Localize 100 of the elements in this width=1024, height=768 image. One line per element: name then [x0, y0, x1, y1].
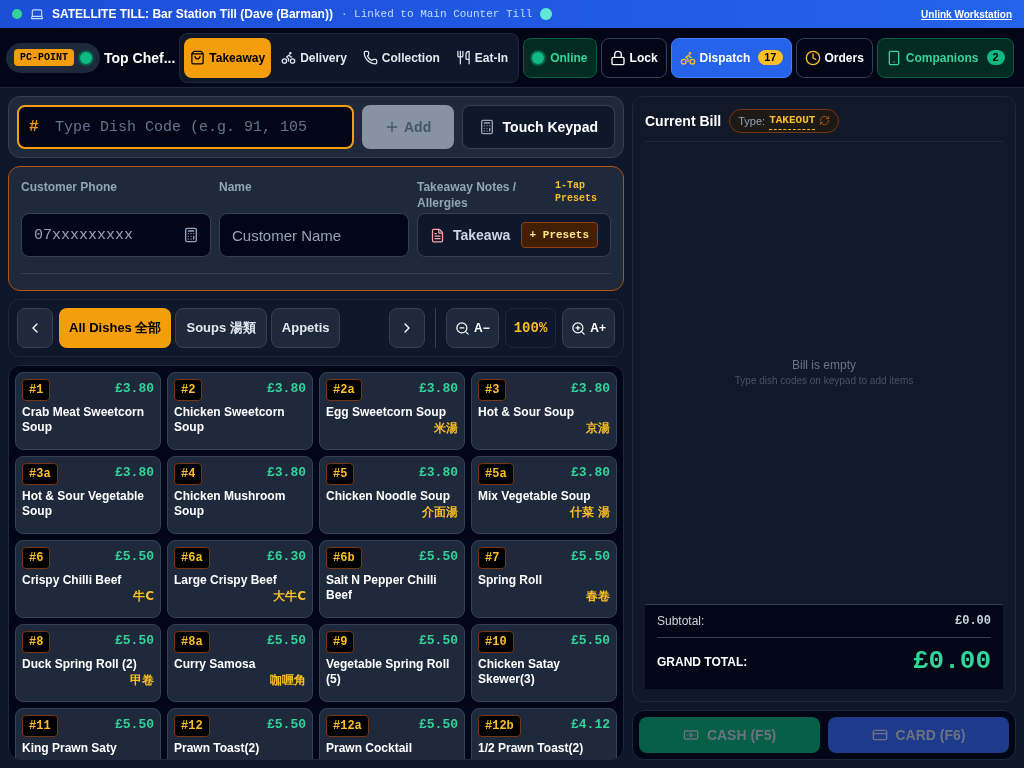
zoom-in-button[interactable]: A+: [562, 308, 615, 348]
dish-name: Mix Vegetable Soup: [478, 489, 592, 504]
dish-name: Chicken Satay Skewer(3): [478, 657, 562, 687]
dish-card[interactable]: #12 £5.50 Prawn Toast(2): [167, 708, 313, 759]
dish-name: Egg Sweetcorn Soup: [326, 405, 447, 420]
dish-name: Crab Meat Sweetcorn Soup: [22, 405, 146, 435]
document-icon: [430, 227, 445, 243]
dish-chinese-name: 甲卷: [130, 672, 154, 688]
category-tab[interactable]: All Dishes 全部: [59, 308, 172, 348]
dish-card[interactable]: #10 £5.50 Chicken Satay Skewer(3): [471, 624, 617, 702]
link-status: · Linked to Main Counter Till: [340, 6, 533, 22]
scroll-right-button[interactable]: [389, 308, 425, 348]
lock-button[interactable]: Lock: [600, 37, 667, 78]
online-button[interactable]: Online: [523, 37, 597, 78]
dish-price: £5.50: [419, 632, 458, 650]
dish-code: #5a: [478, 463, 514, 485]
scroll-left-button[interactable]: [17, 308, 53, 348]
dish-card[interactable]: #5 £3.80 Chicken Noodle Soup 介面湯: [319, 456, 465, 534]
dish-card[interactable]: #7 £5.50 Spring Roll 春卷: [471, 540, 617, 618]
dish-price: £5.50: [419, 548, 458, 566]
dish-price: £5.50: [115, 632, 154, 650]
dish-card[interactable]: #6a £6.30 Large Crispy Beef 大牛C: [167, 540, 313, 618]
grand-total-label: GRAND TOTAL:: [657, 653, 748, 670]
count-badge: 17: [758, 50, 783, 65]
unlink-link[interactable]: Unlink Workstation: [921, 6, 1012, 22]
dish-card[interactable]: #6 £5.50 Crispy Chilli Beef 牛C: [15, 540, 161, 618]
field-label: Name: [219, 179, 253, 196]
dish-card[interactable]: #9 £5.50 Vegetable Spring Roll (5): [319, 624, 465, 702]
name-field[interactable]: Customer Name: [219, 213, 409, 257]
dish-price: £5.50: [267, 632, 306, 650]
dish-price: £3.80: [115, 380, 154, 398]
order-type-tab[interactable]: Takeaway: [184, 37, 272, 78]
dish-card[interactable]: #3 £3.80 Hot & Sour Soup 京湯: [471, 372, 617, 450]
dish-card[interactable]: #8a £5.50 Curry Samosa 咖喱角: [167, 624, 313, 702]
dish-card[interactable]: #4 £3.80 Chicken Mushroom Soup: [167, 456, 313, 534]
empty-bill-hint: Type dish codes on keypad to add items: [734, 374, 914, 389]
dish-chinese-name: 牛C: [133, 588, 154, 604]
phone-field[interactable]: 07xxxxxxxxx: [21, 213, 211, 257]
presets-button[interactable]: + Presets: [520, 221, 598, 249]
touch-keypad-button[interactable]: Touch Keypad: [461, 105, 615, 149]
companions-button[interactable]: Companions 2: [876, 37, 1014, 78]
dish-code: #6a: [174, 547, 210, 569]
dish-price: £5.50: [571, 548, 610, 566]
dispatch-button[interactable]: Dispatch 17: [670, 37, 792, 78]
terminal-badge: PC-POINT: [14, 48, 74, 67]
dish-name: Duck Spring Roll (2): [22, 657, 138, 672]
notes-field[interactable]: Takeawa + Presets: [417, 213, 611, 257]
dish-price: £5.50: [115, 548, 154, 566]
calculator-icon: [478, 119, 495, 135]
refresh-icon: [819, 115, 831, 127]
dish-card[interactable]: #12b £4.12 1/2 Prawn Toast(2): [471, 708, 617, 759]
dish-code: #11: [22, 715, 58, 737]
field-label: Customer Phone: [21, 179, 118, 196]
dish-card[interactable]: #2 £3.80 Chicken Sweetcorn Soup: [167, 372, 313, 450]
order-type-tab[interactable]: Delivery: [275, 37, 353, 78]
dish-name: 1/2 Prawn Toast(2): [478, 741, 585, 756]
dish-price: £6.30: [267, 548, 306, 566]
dish-name: Large Crispy Beef: [174, 573, 278, 588]
grand-total-value: £0.00: [913, 645, 991, 678]
dish-card[interactable]: #12a £5.50 Prawn Cocktail: [319, 708, 465, 759]
empty-bill-title: Bill is empty: [792, 357, 856, 374]
order-type-tab[interactable]: Eat-In: [449, 37, 515, 78]
dish-price: £5.50: [419, 716, 458, 734]
orders-button[interactable]: Orders: [795, 37, 873, 78]
dish-name: Chicken Mushroom Soup: [174, 489, 287, 519]
dish-card[interactable]: #2a £3.80 Egg Sweetcorn Soup 米湯: [319, 372, 465, 450]
dish-name: Hot & Sour Vegetable Soup: [22, 489, 146, 519]
utensils-icon: [455, 50, 471, 65]
dish-card[interactable]: #11 £5.50 King Prawn Saty: [15, 708, 161, 759]
banner-title: SATELLITE TILL: Bar Station Till (Dave (Barman)): [52, 6, 333, 22]
dish-card[interactable]: #5a £3.80 Mix Vegetable Soup 什菜 湯: [471, 456, 617, 534]
dish-price: £5.50: [267, 716, 306, 734]
type-label: Type:: [738, 113, 766, 129]
dish-price: £5.50: [571, 632, 610, 650]
dish-code: #7: [478, 547, 507, 569]
zoom-out-button[interactable]: A−: [446, 308, 499, 348]
dish-chinese-name: 京湯: [586, 420, 610, 436]
order-type-tab[interactable]: Collection: [356, 37, 446, 78]
dish-card[interactable]: #3a £3.80 Hot & Sour Vegetable Soup: [15, 456, 161, 534]
dish-name: Spring Roll: [478, 573, 543, 588]
calculator-icon: [183, 227, 199, 243]
dish-card[interactable]: #1 £3.80 Crab Meat Sweetcorn Soup: [15, 372, 161, 450]
dish-name: Curry Samosa: [174, 657, 257, 672]
order-type-pill[interactable]: Type: TAKEOUT: [729, 109, 840, 133]
notes-value: Takeawa: [453, 226, 512, 245]
dish-chinese-name: 大牛C: [273, 588, 306, 604]
dish-card[interactable]: #6b £5.50 Salt N Pepper Chilli Beef: [319, 540, 465, 618]
dish-price: £3.80: [571, 464, 610, 482]
category-tab[interactable]: Appetis: [270, 308, 341, 348]
dish-price: £4.12: [571, 716, 610, 734]
dish-price: £3.80: [419, 380, 458, 398]
dish-name: Chicken Sweetcorn Soup: [174, 405, 286, 435]
dish-code: #9: [326, 631, 355, 653]
dish-code: #6b: [326, 547, 362, 569]
category-tab[interactable]: Soups 湯類: [175, 308, 267, 348]
dish-chinese-name: 什菜 湯: [569, 504, 610, 520]
dish-card[interactable]: #8 £5.50 Duck Spring Roll (2) 甲卷: [15, 624, 161, 702]
dish-code: #2a: [326, 379, 362, 401]
dish-price: £3.80: [419, 464, 458, 482]
restaurant-name: Top Chef...: [104, 48, 176, 68]
